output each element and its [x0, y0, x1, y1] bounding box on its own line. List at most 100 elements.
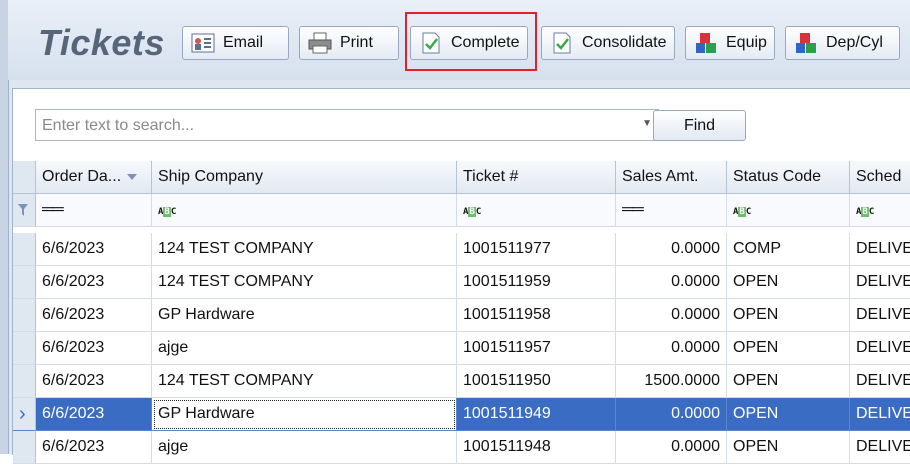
sort-descending-icon [127, 173, 138, 180]
cell-order-date[interactable]: 6/6/2023 [36, 431, 152, 464]
page-title: Tickets [38, 22, 165, 63]
table-row[interactable]: › 6/6/2023 GP Hardware 1001511949 0.0000 OPEN… [13, 398, 910, 431]
column-header-sched[interactable]: Sched [850, 161, 910, 194]
print-button[interactable]: Print [299, 26, 399, 60]
email-contact-icon [191, 31, 215, 55]
equals-icon: ══ [622, 201, 644, 218]
cell-sales-amt[interactable]: 0.0000 [616, 398, 727, 431]
email-button[interactable]: Email [182, 26, 289, 60]
cell-ticket[interactable]: 1001511959 [457, 266, 616, 299]
row-indicator[interactable] [13, 431, 36, 464]
row-indicator[interactable] [13, 233, 36, 266]
cell-order-date[interactable]: 6/6/2023 [36, 266, 152, 299]
dep-cyl-button-label: Dep/Cyl [826, 34, 883, 51]
email-button-label: Email [223, 34, 264, 51]
table-row[interactable]: 6/6/2023 ajge 1001511957 0.0000 OPEN DELIVE [13, 332, 910, 365]
checked-document-icon [550, 31, 574, 55]
column-header-ticket[interactable]: Ticket # [457, 161, 616, 194]
cell-ticket[interactable]: 1001511958 [457, 299, 616, 332]
search-input[interactable]: Enter text to search... ▼ [35, 109, 659, 141]
cell-sales-amt[interactable]: 0.0000 [616, 431, 727, 464]
highlight-box [405, 12, 537, 71]
cell-status[interactable]: OPEN [727, 398, 850, 431]
cell-order-date[interactable]: 6/6/2023 [36, 233, 152, 266]
filter-cell-sales-amt[interactable]: ══ [616, 194, 727, 227]
cell-sched[interactable]: DELIVE [850, 233, 910, 266]
cell-ticket[interactable]: 1001511977 [457, 233, 616, 266]
cell-ship-company[interactable]: ajge [152, 332, 457, 365]
filter-cell-ticket[interactable]: ABC [457, 194, 616, 227]
equip-button[interactable]: Equip [685, 26, 775, 60]
cell-ticket[interactable]: 1001511949 [457, 398, 616, 431]
filter-cell-sched[interactable]: ABC [850, 194, 910, 227]
cell-ship-company[interactable]: 124 TEST COMPANY [152, 266, 457, 299]
cell-ship-company[interactable]: ajge [152, 431, 457, 464]
cell-sales-amt[interactable]: 0.0000 [616, 332, 727, 365]
chevron-down-icon[interactable]: ▼ [642, 118, 652, 129]
cell-sales-amt[interactable]: 0.0000 [616, 266, 727, 299]
equip-button-label: Equip [726, 34, 767, 51]
table-row[interactable]: 6/6/2023 124 TEST COMPANY 1001511959 0.0000… [13, 266, 910, 299]
cell-sched[interactable]: DELIVE [850, 398, 910, 431]
dep-cyl-button[interactable]: Dep/Cyl [785, 26, 900, 60]
abc-filter-icon: ABC [856, 207, 875, 217]
filter-cell-status-code[interactable]: ABC [727, 194, 850, 227]
cell-status[interactable]: OPEN [727, 431, 850, 464]
cell-status[interactable]: OPEN [727, 365, 850, 398]
row-pointer-icon[interactable]: › [13, 398, 36, 431]
cell-ticket[interactable]: 1001511950 [457, 365, 616, 398]
cell-order-date[interactable]: 6/6/2023 [36, 299, 152, 332]
cell-status[interactable]: OPEN [727, 332, 850, 365]
cell-sched[interactable]: DELIVE [850, 299, 910, 332]
abc-filter-icon: ABC [733, 207, 752, 217]
grid-header-row: Order Da... Ship Company Ticket # Sales … [13, 161, 910, 194]
consolidate-button[interactable]: Consolidate [541, 26, 675, 60]
row-indicator-header [13, 161, 36, 194]
cell-ship-company[interactable]: 124 TEST COMPANY [152, 233, 457, 266]
table-row[interactable]: 6/6/2023 GP Hardware 1001511958 0.0000 OPEN D… [13, 299, 910, 332]
cell-sales-amt[interactable]: 0.0000 [616, 233, 727, 266]
column-header-ship-company[interactable]: Ship Company [152, 161, 457, 194]
row-indicator[interactable] [13, 299, 36, 332]
cell-sched[interactable]: DELIVE [850, 266, 910, 299]
table-row[interactable]: 6/6/2023 ajge 1001511948 0.0000 OPEN DELIVE [13, 431, 910, 464]
blocks-icon [794, 31, 818, 55]
print-button-label: Print [340, 34, 373, 51]
abc-filter-icon: ABC [463, 207, 482, 217]
cell-status[interactable]: OPEN [727, 266, 850, 299]
tickets-panel: Enter text to search... ▼ Find Order Da.… [12, 88, 910, 464]
find-button[interactable]: Find [653, 110, 746, 141]
blocks-icon [694, 31, 718, 55]
row-indicator[interactable] [13, 332, 36, 365]
cell-status[interactable]: OPEN [727, 299, 850, 332]
column-header-order-date[interactable]: Order Da... [36, 161, 152, 194]
filter-cell-order-date[interactable]: ══ [36, 194, 152, 227]
column-header-status-code[interactable]: Status Code [727, 161, 850, 194]
cell-ship-company[interactable]: GP Hardware [152, 398, 457, 431]
cell-sched[interactable]: DELIVE [850, 431, 910, 464]
cell-sched[interactable]: DELIVE [850, 365, 910, 398]
cell-sales-amt[interactable]: 1500.0000 [616, 365, 727, 398]
table-row[interactable]: 6/6/2023 124 TEST COMPANY 1001511950 1500.0… [13, 365, 910, 398]
row-indicator[interactable] [13, 266, 36, 299]
column-header-sales-amt[interactable]: Sales Amt. [616, 161, 727, 194]
cell-ticket[interactable]: 1001511957 [457, 332, 616, 365]
row-indicator[interactable] [13, 365, 36, 398]
equals-icon: ══ [42, 201, 64, 218]
column-header-label: Order Da... [42, 168, 122, 185]
cell-order-date[interactable]: 6/6/2023 [36, 332, 152, 365]
table-row[interactable]: 6/6/2023 124 TEST COMPANY 1001511977 0.0000… [13, 233, 910, 266]
grid-filter-row: ══ ABC ABC ══ ABC ABC [13, 194, 910, 227]
window: Tickets Email Print Complete Consolidate [0, 0, 910, 464]
consolidate-button-label: Consolidate [582, 34, 667, 51]
cell-order-date[interactable]: 6/6/2023 [36, 398, 152, 431]
cell-sched[interactable]: DELIVE [850, 332, 910, 365]
cell-sales-amt[interactable]: 0.0000 [616, 299, 727, 332]
cell-order-date[interactable]: 6/6/2023 [36, 365, 152, 398]
filter-icon [13, 194, 36, 227]
cell-ship-company[interactable]: 124 TEST COMPANY [152, 365, 457, 398]
filter-cell-ship-company[interactable]: ABC [152, 194, 457, 227]
cell-ticket[interactable]: 1001511948 [457, 431, 616, 464]
cell-ship-company[interactable]: GP Hardware [152, 299, 457, 332]
cell-status[interactable]: COMP [727, 233, 850, 266]
